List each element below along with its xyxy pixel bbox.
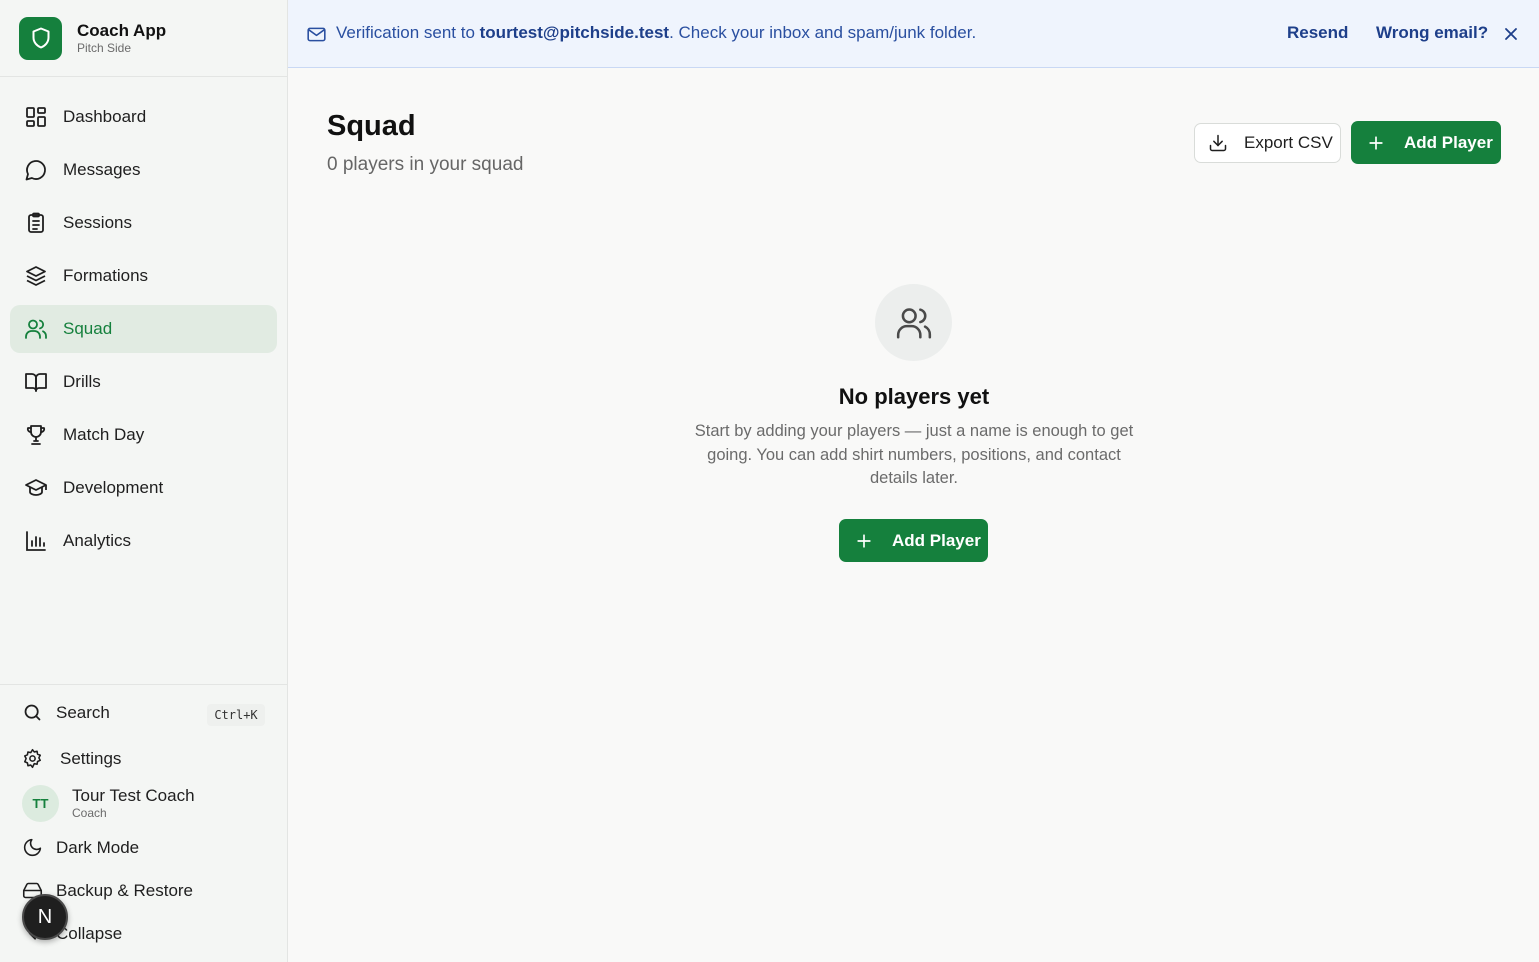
banner-suffix: . Check your inbox and spam/junk folder. [669, 23, 977, 42]
search-icon [24, 704, 41, 721]
nav-item-drills[interactable]: Drills [10, 358, 277, 406]
dark-mode-toggle[interactable]: Dark Mode [22, 837, 139, 858]
banner-message: Verification sent to tourtest@pitchside.… [336, 23, 976, 43]
user-role: Coach [72, 806, 107, 820]
trophy-icon [26, 425, 46, 445]
download-icon [1209, 134, 1227, 152]
page-title: Squad [327, 110, 416, 142]
nav-label: Messages [63, 160, 141, 179]
users-icon [896, 307, 931, 339]
nav-item-messages[interactable]: Messages [10, 146, 277, 194]
export-csv-button[interactable]: Export CSV [1194, 123, 1341, 163]
settings-label: Settings [60, 748, 122, 768]
bar-chart-icon [26, 531, 46, 551]
resend-link[interactable]: Resend [1287, 23, 1348, 43]
search-button[interactable]: Search [22, 702, 110, 723]
nav-item-squad[interactable]: Squad [10, 305, 277, 353]
avatar: TT [22, 785, 59, 822]
dark-mode-label: Dark Mode [56, 837, 140, 857]
users-icon [25, 319, 47, 339]
settings-button[interactable]: Settings [22, 748, 121, 769]
sidebar: Coach App Pitch Side Dashboard Messages … [0, 0, 288, 962]
search-label: Search [56, 702, 110, 722]
brand-header: Coach App Pitch Side [0, 0, 287, 77]
add-player-label: Add Player [1404, 132, 1493, 152]
nav-label: Match Day [63, 425, 145, 444]
nav-label: Formations [63, 266, 149, 285]
empty-state-description: Start by adding your players — just a na… [694, 422, 1134, 487]
gear-icon [24, 748, 41, 769]
plus-icon [857, 533, 871, 548]
nav-item-dashboard[interactable]: Dashboard [10, 93, 277, 141]
search-shortcut: Ctrl+K [207, 704, 265, 726]
shield-logo-icon [19, 16, 62, 60]
nav-label: Sessions [63, 213, 132, 232]
book-icon [25, 373, 47, 392]
banner-email: tourtest@pitchside.test [479, 23, 670, 42]
empty-state-title: No players yet [838, 384, 990, 409]
nav-item-sessions[interactable]: Sessions [10, 199, 277, 247]
empty-state-add-player-label: Add Player [892, 530, 981, 550]
nav-item-development[interactable]: Development [10, 464, 277, 512]
graduation-cap-icon [25, 479, 47, 496]
close-icon[interactable] [1501, 24, 1521, 44]
sidebar-footer: Search Ctrl+K Settings TT Tour Test Coac… [0, 684, 288, 943]
backup-label: Backup & Restore [56, 880, 194, 900]
nav-item-match-day[interactable]: Match Day [10, 411, 277, 459]
plus-icon [1369, 135, 1383, 150]
nav-label: Analytics [63, 531, 132, 550]
brand-subtitle: Pitch Side [77, 41, 132, 55]
verification-banner: Verification sent to tourtest@pitchside.… [288, 0, 1539, 68]
message-icon [25, 160, 46, 181]
main-nav: Dashboard Messages Sessions Formations S… [10, 93, 277, 570]
nav-item-analytics[interactable]: Analytics [10, 517, 277, 565]
layers-icon [26, 266, 46, 286]
brand-title: Coach App [77, 21, 167, 40]
user-profile[interactable]: TT Tour Test Coach Coach [22, 785, 195, 822]
clipboard-icon [28, 212, 44, 233]
nav-item-formations[interactable]: Formations [10, 252, 277, 300]
dashboard-icon [26, 107, 46, 127]
add-player-button[interactable]: Add Player [1351, 121, 1501, 164]
page-subtitle: 0 players in your squad [327, 154, 524, 175]
export-csv-label: Export CSV [1244, 133, 1333, 152]
user-name: Tour Test Coach [72, 786, 195, 805]
empty-state-illustration [875, 284, 952, 361]
wrong-email-link[interactable]: Wrong email? [1376, 23, 1488, 43]
nav-label: Dashboard [63, 107, 147, 126]
nav-label: Development [63, 478, 164, 497]
nav-label: Squad [63, 319, 113, 338]
banner-prefix: Verification sent to [336, 23, 480, 42]
nav-label: Drills [63, 372, 101, 391]
moon-icon [23, 838, 42, 857]
empty-state-add-player-button[interactable]: Add Player [839, 519, 988, 562]
dev-tools-badge[interactable]: N [22, 894, 68, 940]
mail-icon [307, 27, 326, 42]
